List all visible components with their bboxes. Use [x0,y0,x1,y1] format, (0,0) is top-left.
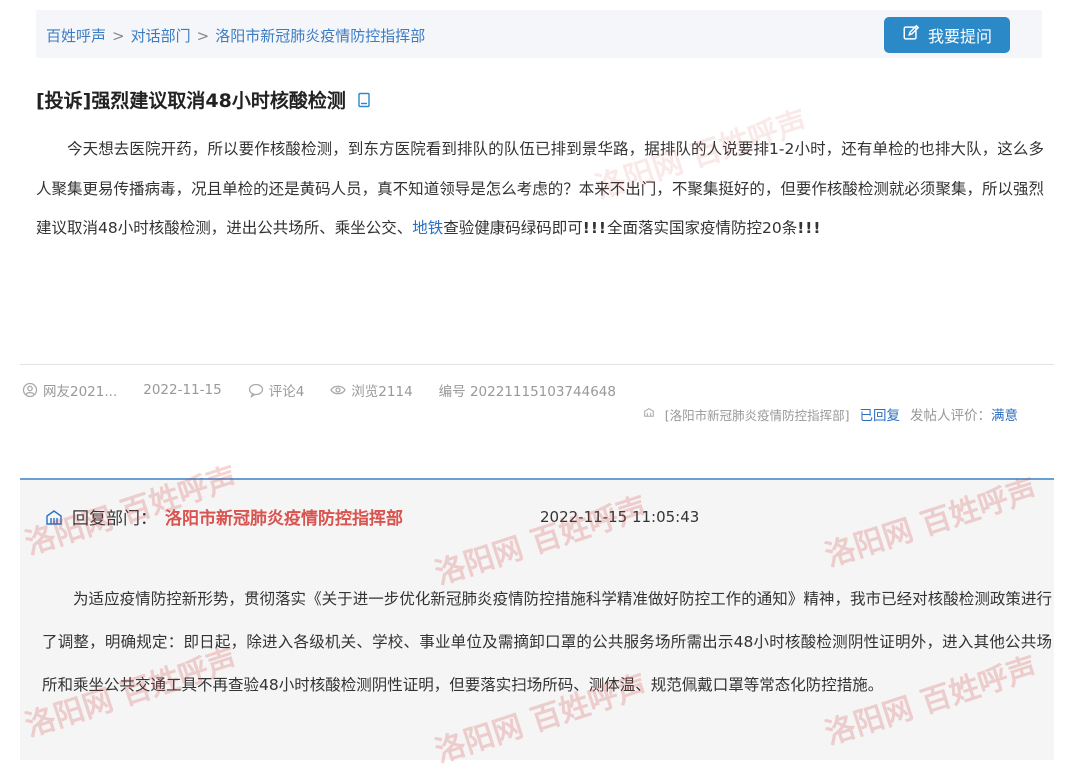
view-count: 浏览2114 [351,384,413,400]
comment-icon [248,382,264,398]
post-number: 编号 20221115103744648 [438,384,616,400]
edit-icon [902,24,920,46]
watermark: 洛阳网 百姓呼声 [431,490,652,593]
rating-value: 满意 [991,408,1018,424]
exclamation: !!! [797,219,822,237]
reply-header: 回复部门： 洛阳市新冠肺炎疫情防控指挥部 [44,504,403,529]
target-department[interactable]: [洛阳市新冠肺炎疫情防控指挥部] [665,405,850,424]
comment-count: 评论4 [268,384,305,400]
reply-section: 回复部门： 洛阳市新冠肺炎疫情防控指挥部 2022-11-15 11:05:43… [20,461,1054,770]
divider [20,364,1054,365]
views: 浏览2114 [330,380,413,400]
post-body-part2: 查验健康码绿码即可 [443,219,583,237]
post-title: [投诉]强烈建议取消48小时核酸检测 [36,86,372,113]
post-meta: 网友2021... 2022-11-15 评论4 浏览2114 编号 20221… [22,380,616,400]
ask-question-button[interactable]: 我要提问 [884,17,1010,53]
rating-label: 发帖人评价： [910,408,991,424]
comments[interactable]: 评论4 [248,380,305,400]
building-icon [643,406,655,422]
author[interactable]: 网友2021... [22,380,117,400]
breadcrumb-separator: > [196,27,210,45]
document-icon[interactable] [356,92,372,108]
post-date: 2022-11-15 [143,382,222,398]
reply-label: 回复部门： [72,509,157,529]
post-body: 今天想去医院开药，所以要作核酸检测，到东方医院看到排队的队伍已排到景华路，据排队… [36,130,1044,249]
breadcrumb-item-2[interactable]: 对话部门 [131,27,191,45]
post-tag: [投诉] [36,90,92,112]
breadcrumb-item-1[interactable]: 百姓呼声 [46,27,106,45]
post-status-row: [洛阳市新冠肺炎疫情防控指挥部] 已回复 发帖人评价：满意 [643,404,1018,424]
watermark: 洛阳网 百姓呼声 [821,472,1042,575]
breadcrumb-item-3[interactable]: 洛阳市新冠肺炎疫情防控指挥部 [215,27,425,45]
eye-icon [330,382,347,398]
metro-link[interactable]: 地铁 [412,219,443,237]
reply-status: 已回复 [859,408,901,424]
rating: 发帖人评价：满意 [910,404,1018,424]
breadcrumb-bar: 百姓呼声 > 对话部门 > 洛阳市新冠肺炎疫情防控指挥部 我要提问 [36,10,1042,58]
reply-department[interactable]: 洛阳市新冠肺炎疫情防控指挥部 [165,504,403,529]
post-title-text: 强烈建议取消48小时核酸检测 [91,90,346,112]
reply-text: 为适应疫情防控新形势，贯彻落实《关于进一步优化新冠肺炎疫情防控措施科学精准做好防… [42,590,1052,694]
building-icon [44,507,64,527]
breadcrumb: 百姓呼声 > 对话部门 > 洛阳市新冠肺炎疫情防控指挥部 [46,25,425,46]
exclamation: !!! [582,219,607,237]
breadcrumb-separator: > [112,27,125,45]
user-icon [22,382,38,398]
author-name: 网友2021... [43,384,118,400]
ask-button-label: 我要提问 [927,27,992,46]
reply-time: 2022-11-15 11:05:43 [540,508,700,526]
post-body-part3: 全面落实国家疫情防控20条 [606,219,798,237]
